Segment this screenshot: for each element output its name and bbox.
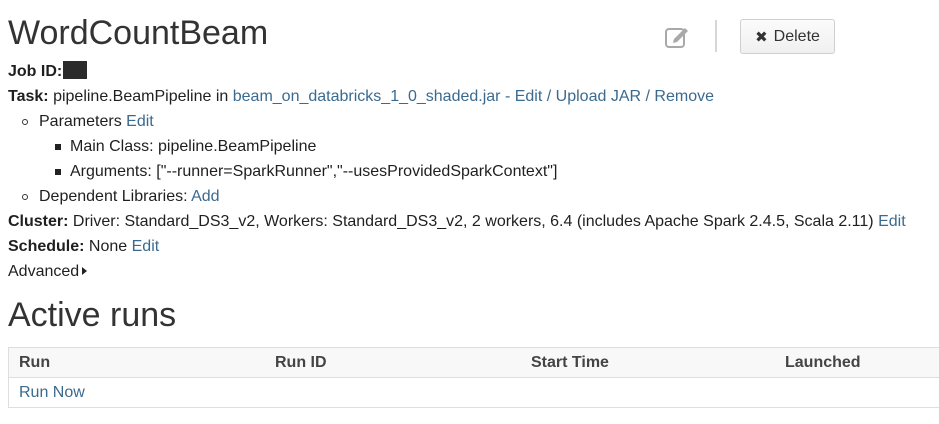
delete-button-label: Delete (773, 27, 820, 45)
edit-icon[interactable] (664, 24, 692, 50)
x-icon: ✖ (755, 28, 768, 46)
schedule-edit-link[interactable]: Edit (132, 238, 160, 255)
task-in: in (215, 88, 229, 105)
dependent-bullet (22, 194, 28, 200)
active-runs-title: Active runs (8, 296, 177, 334)
arguments-label: Arguments: (70, 163, 152, 180)
job-title: WordCountBeam (8, 14, 269, 52)
main-class-value: pipeline.BeamPipeline (158, 138, 317, 155)
arguments-value: ["--runner=SparkRunner","--usesProvidedS… (156, 163, 558, 180)
upload-jar-link[interactable]: Upload JAR (556, 88, 641, 105)
remove-link[interactable]: Remove (654, 88, 714, 105)
parameters-row: Parameters Edit (39, 112, 154, 132)
cluster-row: Cluster: Driver: Standard_DS3_v2, Worker… (8, 212, 906, 232)
delete-button[interactable]: ✖ Delete (740, 19, 835, 54)
arguments-row: Arguments: ["--runner=SparkRunner","--us… (70, 162, 557, 182)
task-sep: - (504, 88, 511, 105)
task-row: Task: pipeline.BeamPipeline in beam_on_d… (8, 87, 714, 107)
cluster-label: Cluster: (8, 213, 69, 230)
column-header-start-time[interactable]: Start Time (531, 354, 609, 372)
column-header-run[interactable]: Run (19, 354, 50, 372)
parameters-edit-link[interactable]: Edit (126, 113, 154, 130)
job-id-row: Job ID: (8, 61, 88, 82)
job-id-label: Job ID: (8, 63, 63, 80)
schedule-label: Schedule: (8, 238, 85, 255)
parameters-label: Parameters (39, 113, 122, 130)
task-jar-link[interactable]: beam_on_databricks_1_0_shaded.jar (233, 88, 501, 105)
parameters-bullet (22, 119, 28, 125)
column-header-run-id[interactable]: Run ID (275, 354, 327, 372)
advanced-toggle[interactable]: Advanced (8, 262, 88, 282)
schedule-row: Schedule: None Edit (8, 237, 159, 257)
task-label: Task: (8, 88, 49, 105)
main-class-row: Main Class: pipeline.BeamPipeline (70, 137, 316, 157)
task-class: pipeline.BeamPipeline (53, 88, 212, 105)
caret-right-icon (82, 267, 88, 275)
active-runs-table: Run Run ID Start Time Launched Run Now (8, 347, 939, 408)
run-now-link[interactable]: Run Now (19, 384, 85, 402)
arguments-bullet (55, 169, 61, 175)
header-divider (715, 20, 717, 52)
cluster-value: Driver: Standard_DS3_v2, Workers: Standa… (72, 213, 874, 230)
schedule-value: None (88, 238, 128, 255)
task-slash-1: / (546, 88, 552, 105)
task-edit-link[interactable]: Edit (515, 88, 543, 105)
dependent-libraries-add-link[interactable]: Add (191, 188, 219, 205)
task-slash-2: / (645, 88, 650, 105)
dependent-libraries-row: Dependent Libraries: Add (39, 187, 220, 207)
main-class-label: Main Class: (70, 138, 154, 155)
cluster-edit-link[interactable]: Edit (878, 213, 906, 230)
column-header-launched[interactable]: Launched (785, 354, 861, 372)
job-id-redacted (63, 61, 88, 79)
advanced-label: Advanced (8, 263, 80, 280)
dependent-libraries-label: Dependent Libraries: (39, 188, 188, 205)
active-runs-table-header: Run Run ID Start Time Launched (9, 348, 939, 378)
main-class-bullet (55, 144, 61, 150)
